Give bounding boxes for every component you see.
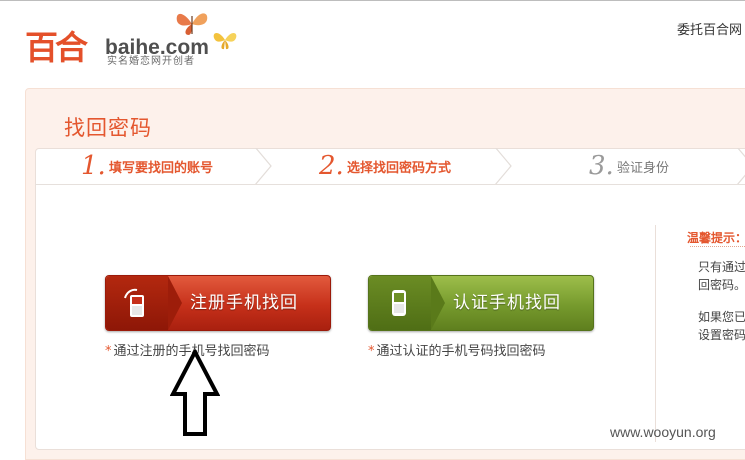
butterfly-icon bbox=[176, 13, 208, 35]
chevron-right-icon bbox=[495, 148, 512, 184]
step-label: 填写要找回的账号 bbox=[109, 161, 214, 176]
button-arrow bbox=[168, 276, 182, 330]
chevron-right-icon bbox=[255, 148, 272, 184]
tip-line: 回密码。 bbox=[698, 278, 745, 292]
baihe-logo[interactable]: 百合 baihe.com 实名婚恋网开创者 bbox=[25, 10, 255, 72]
step-label: 验证身份 bbox=[617, 161, 670, 176]
hint-text: 通过认证的手机号码找回密码 bbox=[376, 344, 546, 359]
verified-phone-recovery-button[interactable]: 认证手机找回 bbox=[368, 275, 594, 331]
sidebar-divider bbox=[655, 225, 656, 442]
progress-steps: 1. 填写要找回的账号 2. 选择找回密码方式 3. 验证身份 bbox=[35, 148, 745, 185]
tips-divider bbox=[690, 246, 745, 247]
mobile-phone-icon bbox=[124, 288, 144, 317]
logo-chinese-text: 百合 bbox=[25, 28, 88, 67]
mobile-phone-icon bbox=[392, 290, 406, 316]
step-number: 1. bbox=[81, 151, 106, 181]
step-number: 2. bbox=[319, 151, 344, 181]
button-arrow bbox=[431, 276, 445, 330]
verified-phone-hint: * 通过认证的手机号码找回密码 bbox=[368, 340, 546, 359]
chevron-right-icon bbox=[737, 148, 745, 184]
top-border bbox=[0, 0, 745, 1]
tip-line: 只有通过 bbox=[698, 260, 745, 274]
tip-line: 设置密码 bbox=[698, 328, 745, 342]
tips-title: 温馨提示： bbox=[687, 231, 745, 245]
page-title: 找回密码 bbox=[64, 116, 152, 140]
registered-phone-recovery-button[interactable]: 注册手机找回 bbox=[105, 275, 331, 331]
tip-line: 如果您已 bbox=[698, 310, 745, 324]
watermark: www.wooyun.org bbox=[610, 424, 716, 440]
step-label: 选择找回密码方式 bbox=[347, 161, 452, 176]
button-label: 认证手机找回 bbox=[453, 293, 561, 313]
required-star: * bbox=[105, 344, 112, 359]
up-arrow-icon bbox=[170, 350, 220, 436]
logo-slogan: 实名婚恋网开创者 bbox=[107, 56, 195, 67]
required-star: * bbox=[368, 344, 375, 359]
entrust-baihe-link[interactable]: 委托百合网 bbox=[677, 19, 742, 38]
step-number: 3. bbox=[589, 151, 614, 181]
button-label: 注册手机找回 bbox=[190, 293, 298, 313]
butterfly-icon bbox=[213, 33, 237, 50]
